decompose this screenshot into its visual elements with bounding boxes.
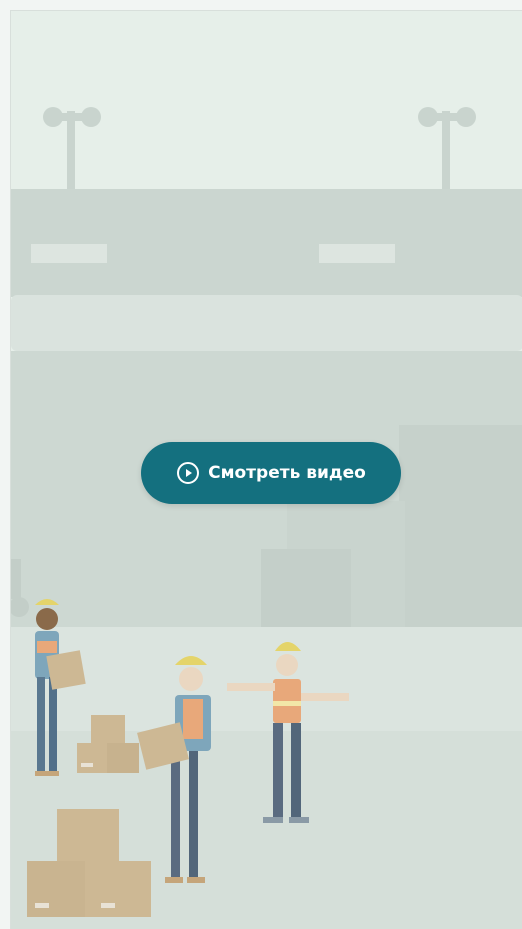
watch-video-label: Смотреть видео [208,463,366,483]
video-preview[interactable]: Смотреть видео [10,10,522,929]
awning [11,295,522,351]
roof-window-right [319,244,395,263]
stacked-crate-low [261,549,351,631]
stacked-crate-right [399,425,522,631]
play-circle-icon [176,461,200,485]
warehouse-roof [11,189,522,297]
roof-window-left [31,244,107,263]
watch-video-button[interactable]: Смотреть видео [141,442,401,504]
